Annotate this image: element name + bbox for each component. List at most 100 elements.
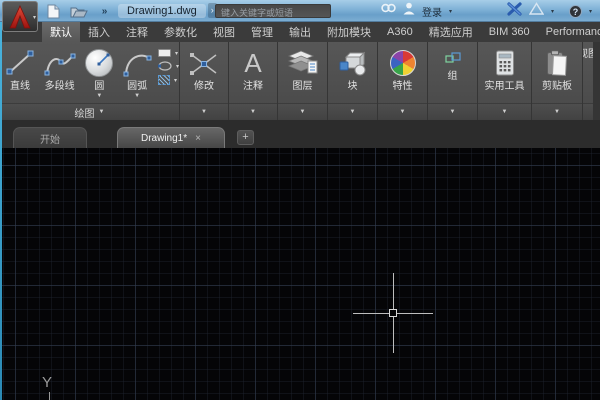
layers-button[interactable]: 图层	[287, 45, 319, 93]
clipboard-panel-expander[interactable]: ▼	[532, 103, 582, 120]
file-tab-start[interactable]: 开始	[13, 127, 87, 148]
ribbon-tab-output[interactable]: 输出	[281, 22, 319, 42]
block-icon	[337, 47, 369, 79]
modify-panel-caret-icon: ▼	[201, 109, 207, 115]
signin-dropdown-icon[interactable]: ▾	[449, 8, 452, 15]
rectangle-button[interactable]: ▾	[158, 49, 179, 57]
block-button[interactable]: 块	[337, 45, 369, 93]
draw-panel-expander[interactable]: 绘图 ▼	[0, 103, 179, 120]
ribbon-panel-block: 块 ▼	[328, 42, 377, 120]
search-input[interactable]: 键入关键字或短语	[215, 4, 331, 18]
layers-icon	[287, 47, 319, 79]
qat-overflow-button[interactable]: »	[96, 3, 114, 19]
ribbon-tab-annotate[interactable]: 注释	[118, 22, 156, 42]
line-button[interactable]: 直线	[3, 45, 37, 93]
annotate-panel-expander[interactable]: ▼	[229, 103, 277, 120]
new-tab-button[interactable]: +	[237, 130, 254, 145]
groups-icon	[445, 51, 461, 69]
drawing-canvas[interactable]: Y	[0, 148, 600, 400]
ellipse-dropdown-icon[interactable]: ▾	[176, 63, 179, 70]
view-button[interactable]: 视图	[583, 45, 593, 61]
hatch-dropdown-icon[interactable]: ▾	[174, 77, 177, 84]
ribbon-panel-layers: 图层 ▼	[278, 42, 327, 120]
ucs-y-axis-label: Y	[42, 374, 52, 391]
properties-panel-expander[interactable]: ▼	[378, 103, 427, 120]
ribbon-panel-modify: 修改 ▼	[180, 42, 228, 120]
ribbon-panel-clipboard: 剪贴板 ▼	[532, 42, 582, 120]
circle-icon	[85, 47, 113, 79]
annotate-panel-caret-icon: ▼	[250, 109, 256, 115]
ribbon-tab-manage[interactable]: 管理	[243, 22, 281, 42]
ellipse-icon	[158, 61, 172, 71]
draw-panel-caret-icon: ▼	[99, 109, 105, 115]
calculator-icon	[495, 47, 515, 79]
utilities-button[interactable]: 实用工具	[485, 45, 525, 93]
titlebar: » Drawing1.dwg › 键入关键字或短语 登录 ▾	[0, 0, 600, 22]
new-file-button[interactable]	[44, 3, 62, 19]
help-dropdown-icon[interactable]: ▾	[589, 8, 592, 15]
close-tab-icon[interactable]: ×	[195, 133, 201, 144]
new-file-icon	[47, 4, 60, 19]
clipboard-button[interactable]: 剪贴板	[542, 45, 572, 93]
groups-panel-expander[interactable]: ▼	[428, 103, 477, 120]
groups-button[interactable]: 组	[445, 45, 461, 83]
arc-dropdown-icon[interactable]: ▼	[134, 93, 140, 99]
crosshair-pickbox	[389, 309, 397, 317]
polyline-icon	[43, 47, 77, 79]
alert-dropdown-icon[interactable]: ▾	[551, 8, 554, 15]
line-icon	[5, 47, 35, 79]
ribbon-tab-insert[interactable]: 插入	[80, 22, 118, 42]
layers-panel-caret-icon: ▼	[300, 109, 306, 115]
search-icon[interactable]	[381, 2, 396, 20]
ribbon-panel-view-partial: 视图	[583, 42, 593, 120]
annotate-button[interactable]: A 注释	[243, 45, 263, 93]
polyline-button[interactable]: 多段线	[39, 45, 80, 93]
ribbon-panel-annotate: A 注释 ▼	[229, 42, 277, 120]
open-file-button[interactable]	[70, 3, 88, 19]
properties-button[interactable]: 特性	[390, 45, 416, 93]
clipboard-panel-caret-icon: ▼	[554, 109, 560, 115]
search-placeholder: 键入关键字或短语	[221, 8, 293, 18]
ribbon-tab-parametric[interactable]: 参数化	[156, 22, 205, 42]
circle-button[interactable]: 圆 ▼	[82, 45, 116, 99]
modify-icon	[189, 47, 219, 79]
ribbon-panel-draw: 直线 多段线	[0, 42, 179, 120]
rectangle-icon	[158, 49, 171, 57]
ribbon-tab-default[interactable]: 默认	[42, 22, 80, 42]
layers-panel-expander[interactable]: ▼	[278, 103, 327, 120]
a360-icon[interactable]	[507, 2, 522, 21]
file-tab-drawing1[interactable]: Drawing1* ×	[117, 127, 225, 148]
signin-button[interactable]: 登录	[422, 4, 442, 19]
window-left-border	[0, 22, 2, 400]
ribbon-tab-view[interactable]: 视图	[205, 22, 243, 42]
utilities-panel-caret-icon: ▼	[502, 109, 508, 115]
color-wheel-icon	[390, 47, 416, 79]
ribbon-tab-addins[interactable]: 附加模块	[319, 22, 379, 42]
modify-button[interactable]: 修改	[189, 45, 219, 93]
clipboard-icon	[546, 47, 568, 79]
ribbon-tab-a360[interactable]: A360	[379, 22, 421, 42]
ribbon-tab-bar: 默认 插入 注释 参数化 视图 管理 输出 附加模块 A360 精选应用 BIM…	[0, 22, 600, 42]
block-panel-expander[interactable]: ▼	[328, 103, 377, 120]
hatch-button[interactable]: ▾	[158, 75, 179, 85]
circle-dropdown-icon[interactable]: ▼	[96, 93, 102, 99]
help-icon[interactable]: ?	[569, 5, 582, 18]
arc-icon	[122, 47, 152, 79]
view-panel-expander[interactable]	[583, 103, 593, 120]
ribbon-panel-utilities: 实用工具 ▼	[478, 42, 531, 120]
ribbon-tab-featured-apps[interactable]: 精选应用	[421, 22, 481, 42]
ribbon-tab-bim360[interactable]: BIM 360	[481, 22, 538, 42]
arc-button[interactable]: 圆弧 ▼	[118, 45, 156, 99]
ribbon-tab-performance[interactable]: Performance	[538, 22, 600, 42]
app-menu-caret-icon: ▾	[33, 14, 36, 21]
app-menu-button[interactable]: ▾	[2, 1, 38, 32]
ucs-y-axis-line	[49, 392, 50, 400]
text-icon: A	[244, 47, 261, 79]
alert-triangle-icon[interactable]	[529, 2, 544, 20]
modify-panel-expander[interactable]: ▼	[180, 103, 228, 120]
open-folder-icon	[70, 5, 88, 18]
utilities-panel-expander[interactable]: ▼	[478, 103, 531, 120]
ribbon-panel-properties: 特性 ▼	[378, 42, 427, 120]
ellipse-button[interactable]: ▾	[158, 61, 179, 71]
rectangle-dropdown-icon[interactable]: ▾	[175, 50, 178, 57]
